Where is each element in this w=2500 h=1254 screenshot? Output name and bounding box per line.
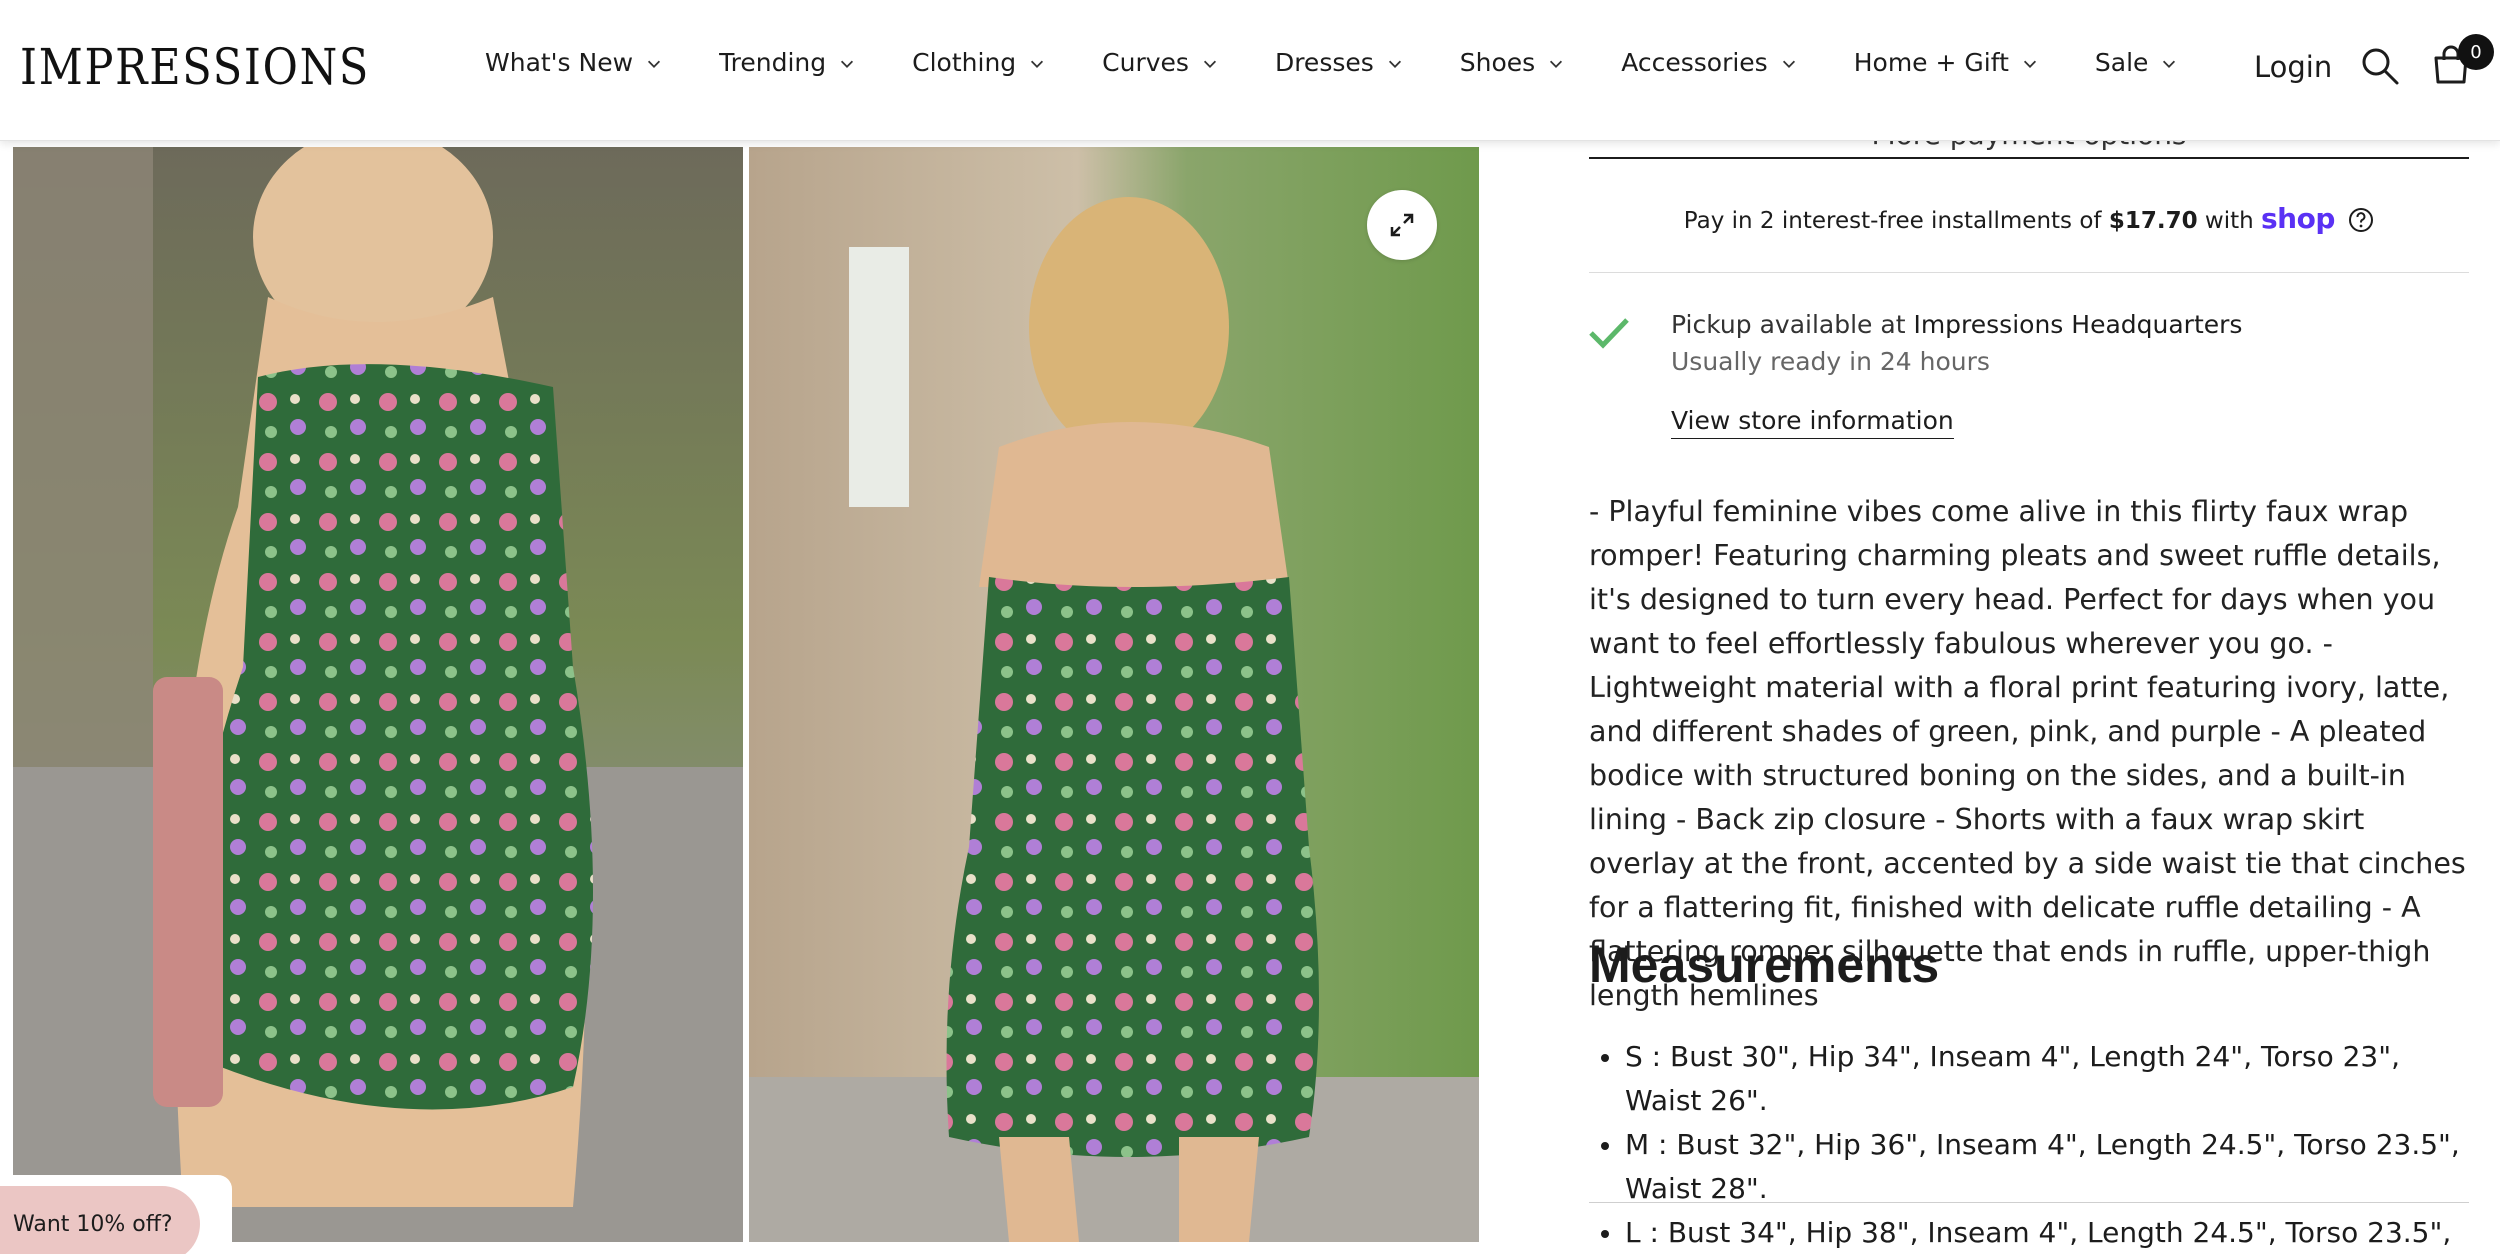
nav-item-accessories[interactable]: Accessories bbox=[1621, 48, 1798, 77]
nav-item-label: Curves bbox=[1102, 48, 1189, 77]
product-photo-back bbox=[749, 147, 1479, 1242]
measurement-item: M : Bust 32", Hip 36", Inseam 4", Length… bbox=[1589, 1123, 2469, 1211]
expand-icon bbox=[1390, 213, 1414, 237]
nav-item-home-gift[interactable]: Home + Gift bbox=[1854, 48, 2039, 77]
pickup-prefix: Pickup available at bbox=[1671, 310, 1906, 339]
nav-item-label: Sale bbox=[2094, 48, 2149, 77]
nav-item-label: Trending bbox=[719, 48, 827, 77]
chevron-down-icon bbox=[648, 60, 661, 68]
shop-pay-logo: shop bbox=[2261, 202, 2335, 235]
chevron-down-icon bbox=[1782, 60, 1795, 68]
view-store-info-link[interactable]: View store information bbox=[1671, 406, 1954, 439]
product-image-back[interactable] bbox=[749, 147, 1479, 1242]
nav-item-trending[interactable]: Trending bbox=[719, 48, 856, 77]
login-link[interactable]: Login bbox=[2254, 50, 2332, 84]
nav-item-label: Accessories bbox=[1621, 48, 1768, 77]
nav-item-label: What's New bbox=[485, 48, 634, 77]
search-icon[interactable] bbox=[2360, 46, 2400, 86]
product-image-front[interactable] bbox=[13, 147, 743, 1242]
main-nav: What's New Trending Clothing Curves Dres… bbox=[485, 48, 2234, 77]
measurement-item: S : Bust 30", Hip 34", Inseam 4", Length… bbox=[1589, 1035, 2469, 1123]
chevron-down-icon bbox=[1388, 60, 1401, 68]
chevron-down-icon bbox=[2023, 60, 2036, 68]
nav-item-label: Shoes bbox=[1459, 48, 1536, 77]
chevron-down-icon bbox=[1550, 60, 1563, 68]
nav-item-shoes[interactable]: Shoes bbox=[1460, 48, 1565, 77]
nav-item-clothing[interactable]: Clothing bbox=[912, 48, 1046, 77]
pickup-location: Impressions Headquarters bbox=[1913, 310, 2243, 339]
divider bbox=[1589, 1202, 2469, 1203]
chevron-down-icon bbox=[1203, 60, 1216, 68]
divider bbox=[1589, 272, 2469, 273]
nav-item-dresses[interactable]: Dresses bbox=[1275, 48, 1404, 77]
installments-prefix: Pay in 2 interest-free installments of bbox=[1683, 208, 2102, 234]
check-icon bbox=[1589, 318, 1629, 349]
product-photo-front bbox=[13, 147, 743, 1242]
nav-item-label: Home + Gift bbox=[1853, 48, 2009, 77]
site-logo[interactable]: IMPRESSIONS bbox=[20, 38, 370, 96]
cart-count-badge: 0 bbox=[2458, 34, 2494, 70]
nav-item-label: Clothing bbox=[912, 48, 1017, 77]
question-icon[interactable] bbox=[2348, 207, 2374, 233]
measurement-item: L : Bust 34", Hip 38", Inseam 4", Length… bbox=[1589, 1211, 2469, 1254]
nav-item-sale[interactable]: Sale bbox=[2095, 48, 2179, 77]
nav-item-label: Dresses bbox=[1274, 48, 1374, 77]
pickup-availability: Pickup available at Impressions Headquar… bbox=[1671, 310, 2242, 339]
measurements-heading: Measurements bbox=[1589, 937, 1940, 993]
chevron-down-icon bbox=[2163, 60, 2176, 68]
discount-button[interactable]: Want 10% off? bbox=[0, 1186, 200, 1254]
nav-item-whats-new[interactable]: What's New bbox=[485, 48, 663, 77]
pickup-ready-time: Usually ready in 24 hours bbox=[1671, 347, 1990, 376]
installments-with: with bbox=[2204, 208, 2254, 234]
measurements-list: S : Bust 30", Hip 34", Inseam 4", Length… bbox=[1589, 1035, 2469, 1254]
chevron-down-icon bbox=[841, 60, 854, 68]
installment-amount: $17.70 bbox=[2108, 208, 2198, 234]
installments-info: Pay in 2 interest-free installments of $… bbox=[1589, 202, 2469, 235]
site-header: IMPRESSIONS What's New Trending Clothing… bbox=[0, 0, 2500, 141]
zoom-button[interactable] bbox=[1367, 190, 1437, 260]
chevron-down-icon bbox=[1031, 60, 1044, 68]
nav-item-curves[interactable]: Curves bbox=[1102, 48, 1219, 77]
